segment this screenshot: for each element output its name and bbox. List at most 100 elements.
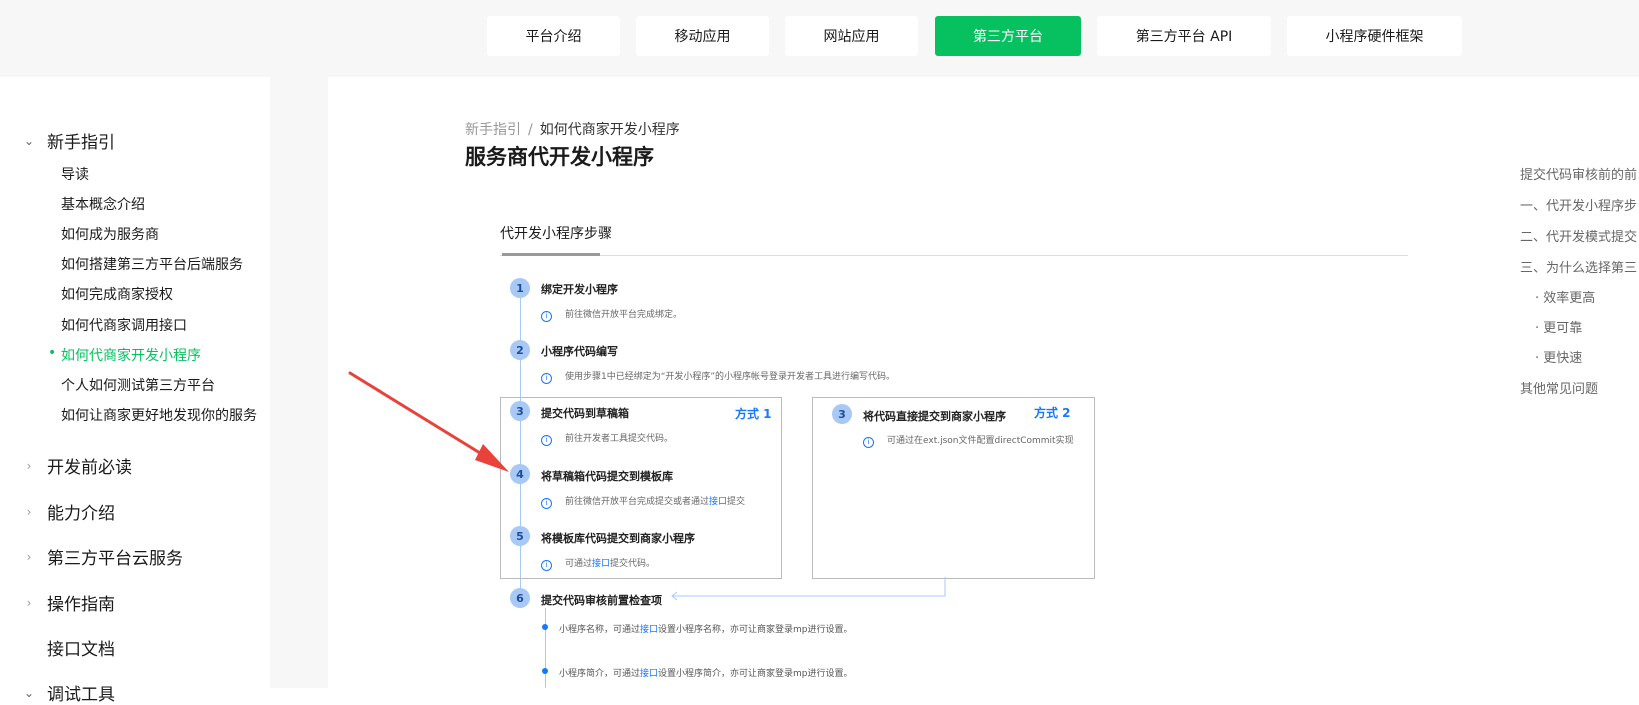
sidebar-section-cloud-service[interactable]: › 第三方平台云服务 xyxy=(22,544,183,569)
toc-item[interactable]: 三、为什么选择第三 xyxy=(1520,257,1637,276)
step-desc: i 可通过在ext.json文件配置directCommit实现 xyxy=(863,433,1074,448)
sidebar-section-label: 开发前必读 xyxy=(47,458,132,478)
check-item-text: 设置小程序简介，亦可让商家登录mp进行设置。 xyxy=(658,669,853,679)
step-desc-text: 使用步骤1中已经绑定为“开发小程序”的小程序帐号登录开发者工具进行编写代码。 xyxy=(565,372,896,382)
sidebar-item-call-api[interactable]: 如何代商家调用接口 xyxy=(61,315,187,335)
step-title: 绑定开发小程序 xyxy=(541,283,618,296)
step-number: 6 xyxy=(510,588,530,608)
step-desc-text: 前往微信开放平台完成提交或者通过 xyxy=(565,497,710,507)
step-desc: i 可通过接口提交代码。 xyxy=(541,556,655,571)
top-nav-bar: 平台介绍 移动应用 网站应用 第三方平台 第三方平台 API 小程序硬件框架 xyxy=(0,0,1639,77)
info-icon: i xyxy=(541,373,552,384)
sidebar-section-label: 接口文档 xyxy=(47,640,115,660)
breadcrumb-parent-link[interactable]: 新手指引 xyxy=(465,122,521,138)
info-icon: i xyxy=(541,498,552,509)
step-number: 5 xyxy=(510,526,530,546)
info-icon: i xyxy=(541,435,552,446)
step-desc-text: 前往开发者工具提交代码。 xyxy=(565,434,674,444)
tab-active-indicator xyxy=(502,253,600,256)
sidebar-section-label: 第三方平台云服务 xyxy=(47,549,183,569)
step-desc-text: 前往微信开放平台完成绑定。 xyxy=(565,310,683,320)
step-desc: i 使用步骤1中已经绑定为“开发小程序”的小程序帐号登录开发者工具进行编写代码。 xyxy=(541,369,895,384)
api-link[interactable]: 接口 xyxy=(640,625,658,635)
tab-divider xyxy=(500,255,1408,256)
sidebar-section-label: 能力介绍 xyxy=(47,504,115,524)
step-title: 将草稿箱代码提交到模板库 xyxy=(541,470,673,483)
sidebar-section-getting-started[interactable]: ⌄ 新手指引 xyxy=(22,128,115,153)
method-1-label: 方式 1 xyxy=(735,407,772,421)
check-item-text: 小程序简介，可通过 xyxy=(559,669,641,679)
tab-dev-steps[interactable]: 代开发小程序步骤 xyxy=(500,223,612,243)
step-number: 1 xyxy=(510,278,530,298)
sidebar-item-intro[interactable]: 导读 xyxy=(61,164,89,184)
bullet-dot xyxy=(542,668,548,674)
sidebar-item-build-backend[interactable]: 如何搭建第三方平台后端服务 xyxy=(61,254,243,274)
toc-subitem[interactable]: · 效率更高 xyxy=(1535,287,1595,306)
sidebar-section-api-docs[interactable]: 接口文档 xyxy=(22,635,115,660)
chevron-right-icon: › xyxy=(26,595,32,610)
step-title: 小程序代码编写 xyxy=(541,345,618,358)
step-title: 提交代码到草稿箱 xyxy=(541,407,629,420)
check-item-text: 设置小程序名称，亦可让商家登录mp进行设置。 xyxy=(658,625,853,635)
step-desc-text: 提交 xyxy=(727,497,746,507)
step-desc-text: 可通过 xyxy=(565,559,593,569)
method-2-box xyxy=(812,397,1095,579)
sidebar-item-discoverability[interactable]: 如何让商家更好地发现你的服务 xyxy=(61,405,257,425)
check-item: 小程序简介，可通过接口设置小程序简介，亦可让商家登录mp进行设置。 xyxy=(559,666,853,679)
nav-tab-third-party[interactable]: 第三方平台 xyxy=(935,16,1081,56)
current-dot-icon: • xyxy=(48,345,57,361)
bullet-dot xyxy=(542,624,548,630)
sidebar-item-develop-miniprogram[interactable]: • 如何代商家开发小程序 xyxy=(48,345,201,365)
step-desc: i 前往微信开放平台完成提交或者通过接口提交 xyxy=(541,494,745,509)
sidebar-item-label: 如何代商家开发小程序 xyxy=(61,348,201,364)
sidebar-section-label: 调试工具 xyxy=(47,685,115,705)
sidebar-section-label: 操作指南 xyxy=(47,595,115,615)
sidebar-item-basic-concepts[interactable]: 基本概念介绍 xyxy=(61,194,145,214)
chevron-right-icon: › xyxy=(26,504,32,519)
red-arrow-icon xyxy=(348,371,509,472)
toc-item[interactable]: 二、代开发模式提交 xyxy=(1520,226,1637,245)
step-title: 提交代码审核前置检查项 xyxy=(541,594,662,607)
step-title: 将模板库代码提交到商家小程序 xyxy=(541,532,695,545)
chevron-right-icon: › xyxy=(26,549,32,564)
method-2-label: 方式 2 xyxy=(1034,406,1071,420)
sidebar-shade xyxy=(270,77,328,688)
method-1-box xyxy=(500,397,782,579)
toc-subitem[interactable]: · 更可靠 xyxy=(1535,317,1582,336)
info-icon: i xyxy=(541,560,552,571)
api-link[interactable]: 接口 xyxy=(709,497,727,507)
check-item-text: 小程序名称，可通过 xyxy=(559,625,641,635)
step-desc-text: 可通过在ext.json文件配置directCommit实现 xyxy=(887,436,1074,446)
api-link[interactable]: 接口 xyxy=(592,559,610,569)
nav-tab-mobile-app[interactable]: 移动应用 xyxy=(636,16,769,56)
sidebar-item-become-provider[interactable]: 如何成为服务商 xyxy=(61,224,159,244)
toc-subitem[interactable]: · 更快速 xyxy=(1535,347,1582,366)
step-title: 将代码直接提交到商家小程序 xyxy=(863,410,1006,423)
toc-item[interactable]: 一、代开发小程序步 xyxy=(1520,195,1637,214)
sidebar-item-merchant-auth[interactable]: 如何完成商家授权 xyxy=(61,284,173,304)
method-2-connector xyxy=(671,577,946,601)
sidebar-section-operation-guide[interactable]: › 操作指南 xyxy=(22,590,115,615)
breadcrumb: 新手指引 / 如何代商家开发小程序 xyxy=(465,119,680,139)
sidebar-section-before-dev[interactable]: › 开发前必读 xyxy=(22,453,132,478)
chevron-right-icon: › xyxy=(26,458,32,473)
sidebar-section-label: 新手指引 xyxy=(47,133,115,153)
breadcrumb-current: 如何代商家开发小程序 xyxy=(539,122,680,138)
step-desc-text: 提交代码。 xyxy=(610,559,656,569)
sidebar-section-capabilities[interactable]: › 能力介绍 xyxy=(22,499,115,524)
nav-tab-platform-intro[interactable]: 平台介绍 xyxy=(487,16,620,56)
step-number: 3 xyxy=(832,404,852,424)
info-icon: i xyxy=(863,437,874,448)
step-desc: i 前往微信开放平台完成绑定。 xyxy=(541,307,682,322)
check-item: 小程序名称，可通过接口设置小程序名称，亦可让商家登录mp进行设置。 xyxy=(559,622,853,635)
toc-item[interactable]: 提交代码审核前的前 xyxy=(1520,164,1637,183)
sidebar-section-debug-tools[interactable]: ⌄ 调试工具 xyxy=(22,680,115,705)
nav-tab-miniprogram-hardware[interactable]: 小程序硬件框架 xyxy=(1287,16,1462,56)
chevron-down-icon: ⌄ xyxy=(23,133,35,148)
api-link[interactable]: 接口 xyxy=(640,669,658,679)
nav-tab-third-party-api[interactable]: 第三方平台 API xyxy=(1097,16,1271,56)
toc-item[interactable]: 其他常见问题 xyxy=(1520,378,1598,397)
nav-tab-website-app[interactable]: 网站应用 xyxy=(785,16,918,56)
sidebar-item-personal-test[interactable]: 个人如何测试第三方平台 xyxy=(61,375,215,395)
step-number: 2 xyxy=(510,340,530,360)
